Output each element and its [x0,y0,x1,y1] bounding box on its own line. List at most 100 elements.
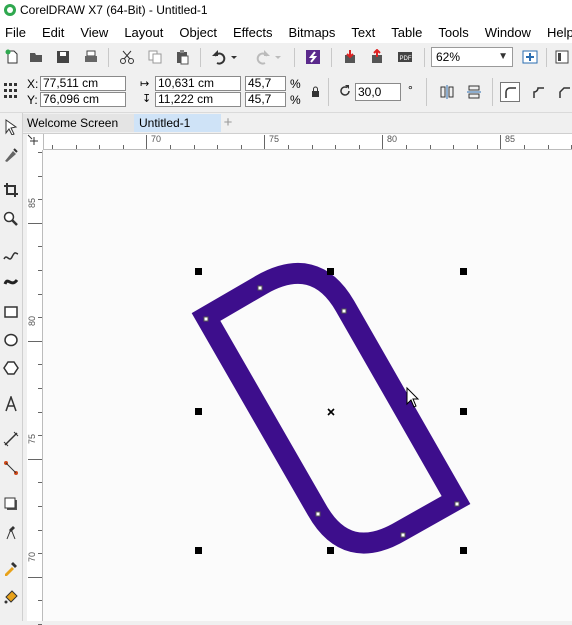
text-tool-icon[interactable] [1,393,21,415]
copy-icon[interactable] [145,47,165,67]
full-screen-icon[interactable] [520,47,540,67]
interactive-fill-icon[interactable] [1,585,21,607]
menu-layout[interactable]: Layout [120,25,167,40]
tab-welcome-screen[interactable]: Welcome Screen [22,114,139,132]
menu-table[interactable]: Table [387,25,426,40]
open-icon[interactable] [26,47,46,67]
redo-dropdown-icon[interactable] [273,47,283,67]
ruler-tick [193,145,195,149]
transparency-icon[interactable] [1,521,21,543]
object-origin-icon[interactable] [3,79,17,103]
ruler-tick [38,553,42,555]
menu-text[interactable]: Text [347,25,379,40]
ellipse-tool-icon[interactable] [1,329,21,351]
drawing-surface[interactable] [43,150,572,621]
ruler-tick [52,145,53,149]
ruler-tick [38,246,42,248]
artistic-media-icon[interactable] [1,271,21,293]
menu-object[interactable]: Object [175,25,221,40]
handle-bottom-right[interactable] [460,547,467,554]
pick-tool-icon[interactable] [1,116,21,138]
parallel-dimension-icon[interactable] [1,428,21,450]
scale-y-field[interactable]: 45,7 [245,92,286,107]
center-of-rotation-icon[interactable] [327,408,335,416]
y-position-field[interactable]: 76,096 cm [40,92,126,107]
polygon-tool-icon[interactable] [1,357,21,379]
tab-untitled-1[interactable]: Untitled-1 [134,114,221,132]
export-icon[interactable] [367,47,387,67]
new-document-icon[interactable] [2,47,22,67]
handle-top-right[interactable] [460,268,467,275]
menu-effects[interactable]: Effects [229,25,277,40]
path-node[interactable] [454,501,460,507]
scale-x-field[interactable]: 45,7 [245,76,286,91]
ruler-tick [38,388,42,389]
ruler-tick [288,145,289,149]
handle-middle-left[interactable] [195,408,202,415]
import-icon[interactable] [340,47,360,67]
connector-tool-icon[interactable] [1,457,21,479]
path-node[interactable] [400,532,406,538]
ruler-origin-corner[interactable] [27,134,44,151]
round-corner-icon[interactable] [500,82,520,102]
scalloped-corner-icon[interactable] [528,82,548,102]
options-icon[interactable] [552,47,572,67]
handle-bottom-left[interactable] [195,547,202,554]
drop-shadow-icon[interactable] [1,493,21,515]
rectangle-tool-icon[interactable] [1,301,21,323]
chamfered-corner-icon[interactable] [554,82,572,102]
menu-bitmaps[interactable]: Bitmaps [284,25,339,40]
mirror-horizontal-icon[interactable] [437,82,457,102]
print-icon[interactable] [81,47,101,67]
handle-middle-right[interactable] [460,408,467,415]
height-icon: ↧ [142,93,152,105]
add-tab-button[interactable]: + [214,114,242,132]
path-node[interactable] [257,285,263,291]
handle-bottom-center[interactable] [327,547,334,554]
selected-rounded-rectangle[interactable] [191,262,471,554]
path-node[interactable] [341,308,347,314]
menu-help[interactable]: Help [543,25,572,40]
shape-tool-icon[interactable] [1,144,21,166]
ruler-tick [264,135,266,149]
menu-edit[interactable]: Edit [38,25,68,40]
toolbar-separator [108,48,109,67]
handle-top-left[interactable] [195,268,202,275]
ruler-tick [38,317,42,319]
x-position-field[interactable]: 77,511 cm [40,76,126,91]
handle-top-center[interactable] [327,268,334,275]
ruler-tick [429,145,431,149]
path-node[interactable] [203,316,209,322]
horizontal-ruler[interactable]: 70 75 80 85 [44,134,572,150]
lock-ratio-icon[interactable] [310,86,321,98]
cut-icon[interactable] [117,47,137,67]
undo-icon[interactable] [209,47,229,67]
publish-pdf-icon[interactable]: PDF [395,47,415,67]
redo-icon[interactable] [253,47,273,67]
path-node[interactable] [315,511,321,517]
menu-tools[interactable]: Tools [434,25,472,40]
search-content-icon[interactable] [303,47,323,67]
menu-window[interactable]: Window [481,25,535,40]
drawing-canvas[interactable] [43,150,572,621]
width-field[interactable]: 10,631 cm [155,76,241,91]
eyedropper-icon[interactable] [1,557,21,579]
menu-view[interactable]: View [76,25,112,40]
paste-icon[interactable] [172,47,192,67]
ruler-tick [38,175,42,177]
mirror-vertical-icon[interactable] [464,82,484,102]
save-icon[interactable] [53,47,73,67]
zoom-level-dropdown[interactable]: 62% ▼ [431,47,513,67]
menu-bar: File Edit View Layout Object Effects Bit… [0,22,572,43]
freehand-tool-icon[interactable] [1,244,21,266]
rotation-angle-field[interactable]: 30,0 [355,83,401,101]
height-field[interactable]: 11,222 cm [155,92,241,107]
menu-file[interactable]: File [1,25,30,40]
ruler-label-80: 80 [387,134,398,144]
vertical-ruler[interactable]: 85 80 75 70 [27,150,43,625]
zoom-tool-icon[interactable] [1,208,21,230]
ruler-tick [38,152,42,153]
ruler-label-70: 70 [27,551,37,562]
undo-dropdown-icon[interactable] [229,47,239,67]
crop-tool-icon[interactable] [1,179,21,201]
